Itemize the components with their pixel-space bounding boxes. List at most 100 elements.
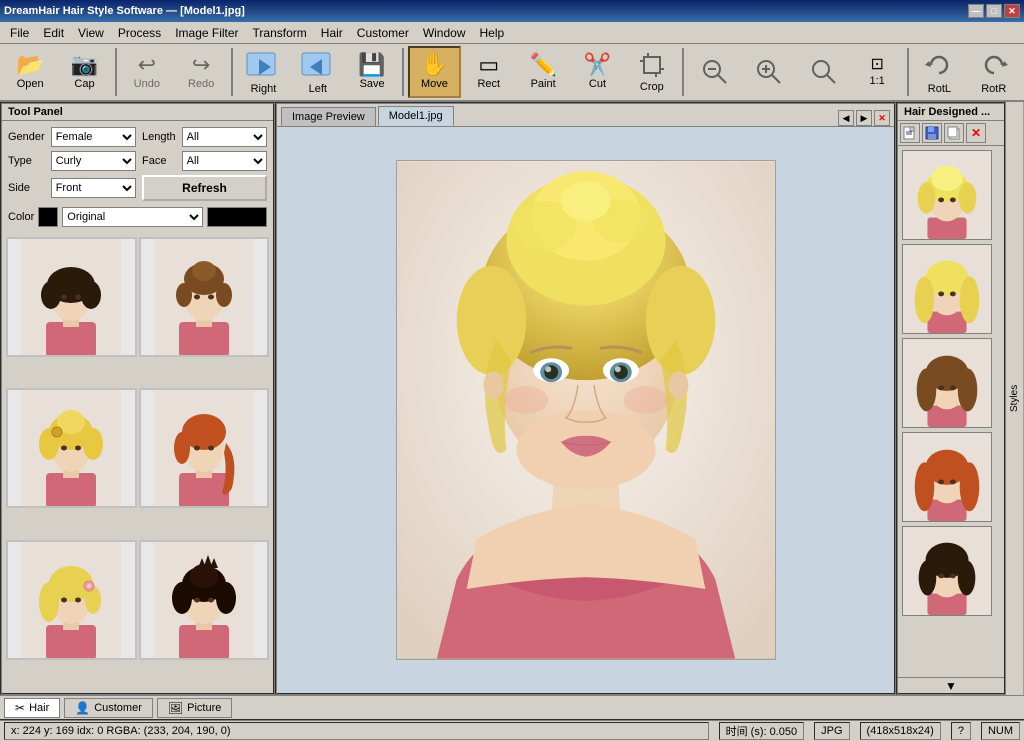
designed-thumbnail[interactable] <box>902 338 992 428</box>
hair-style-item[interactable] <box>6 540 137 660</box>
side-select[interactable]: Front Left Right <box>51 178 136 198</box>
bottom-tabs: ✂ Hair 👤 Customer 🖼 Picture <box>0 695 1024 719</box>
maximize-button[interactable]: □ <box>986 4 1002 18</box>
hair-style-item[interactable] <box>139 388 270 508</box>
tab-bar: Image Preview Model1.jpg ◀ ▶ ✕ <box>277 104 894 127</box>
hair-style-item[interactable] <box>139 540 270 660</box>
redo-button[interactable]: ↪ Redo <box>175 46 227 98</box>
color-select[interactable]: Original Black Brown Blonde Red <box>62 207 203 227</box>
length-label: Length <box>142 131 176 143</box>
face-select[interactable]: All Round Oval Square <box>182 151 267 171</box>
scissors-icon: ✂ <box>15 701 25 715</box>
menu-edit[interactable]: Edit <box>37 24 70 42</box>
hair-style-item[interactable] <box>6 388 137 508</box>
tab-model1[interactable]: Model1.jpg <box>378 106 454 126</box>
gender-label: Gender <box>8 131 45 143</box>
image-panel: Image Preview Model1.jpg ◀ ▶ ✕ <box>275 102 896 695</box>
color-preview <box>207 207 267 227</box>
rect-button[interactable]: ▭ Rect <box>463 46 515 98</box>
tab-image-preview[interactable]: Image Preview <box>281 107 376 126</box>
thumbnail-1 <box>903 150 991 240</box>
rotl-icon <box>923 49 955 81</box>
zoom-out-button[interactable] <box>688 46 740 98</box>
title-bar-controls: — □ ✕ <box>968 4 1020 18</box>
cap-button[interactable]: 📷 Cap <box>58 46 110 98</box>
rpanel-copy-button[interactable] <box>944 123 964 143</box>
hair-style-item[interactable] <box>139 237 270 357</box>
rpanel-new-button[interactable] <box>900 123 920 143</box>
tab-customer[interactable]: 👤 Customer <box>64 698 153 718</box>
hair-style-2-preview <box>154 237 254 357</box>
gender-select[interactable]: Female Male <box>51 127 136 147</box>
menu-image-filter[interactable]: Image Filter <box>169 24 244 42</box>
hair-style-item[interactable] <box>6 237 137 357</box>
zoom-more-button[interactable] <box>797 46 849 98</box>
tab-close-button[interactable]: ✕ <box>874 110 890 126</box>
type-label: Type <box>8 155 45 167</box>
color-swatch-black[interactable] <box>38 207 58 227</box>
thumbnail-4 <box>903 432 991 522</box>
tool-panel: Tool Panel Gender Female Male Length All… <box>0 102 275 695</box>
zoom-in-icon <box>754 57 782 85</box>
close-button[interactable]: ✕ <box>1004 4 1020 18</box>
undo-button[interactable]: ↩ Undo <box>121 46 173 98</box>
length-select[interactable]: All Short Medium Long <box>182 127 267 147</box>
copy-icon <box>947 126 961 140</box>
menu-process[interactable]: Process <box>112 24 167 42</box>
thumbnail-5 <box>903 526 991 616</box>
right-scroll-down[interactable]: ▼ <box>898 677 1004 693</box>
hair-style-6-preview <box>154 540 254 660</box>
tab-hair[interactable]: ✂ Hair <box>4 698 60 718</box>
side-panel-label[interactable]: Styles <box>1006 102 1024 695</box>
status-bar: x: 224 y: 169 idx: 0 RGBA: (233, 204, 19… <box>0 719 1024 741</box>
left-button[interactable]: Left <box>292 46 344 98</box>
right-designed-panel: Hair Designed ... ✕ <box>896 102 1006 695</box>
open-button[interactable]: 📂 Open <box>4 46 56 98</box>
rpanel-save-button[interactable] <box>922 123 942 143</box>
tab-next-button[interactable]: ▶ <box>856 110 872 126</box>
move-button[interactable]: ✋ Move <box>408 46 460 98</box>
menu-view[interactable]: View <box>72 24 110 42</box>
menu-transform[interactable]: Transform <box>247 24 313 42</box>
menu-customer[interactable]: Customer <box>351 24 415 42</box>
thumbnail-2 <box>903 244 991 334</box>
zoom-1-1-icon: ⊡ <box>870 57 883 73</box>
status-format: JPG <box>814 722 849 740</box>
menu-help[interactable]: Help <box>474 24 511 42</box>
paint-button[interactable]: ✏️ Paint <box>517 46 569 98</box>
minimize-button[interactable]: — <box>968 4 984 18</box>
cut-button[interactable]: ✂️ Cut <box>571 46 623 98</box>
hair-style-grid <box>2 233 273 693</box>
model-image <box>396 160 776 660</box>
zoom-in-button[interactable] <box>742 46 794 98</box>
face-label: Face <box>142 155 176 167</box>
designed-thumbnail[interactable] <box>902 432 992 522</box>
designed-thumbnail[interactable] <box>902 526 992 616</box>
refresh-button[interactable]: Refresh <box>142 175 267 201</box>
menu-file[interactable]: File <box>4 24 35 42</box>
crop-button[interactable]: Crop <box>626 46 678 98</box>
cap-icon: 📷 <box>71 54 98 76</box>
save-button[interactable]: 💾 Save <box>346 46 398 98</box>
color-label: Color <box>8 211 34 223</box>
designed-thumbnail[interactable] <box>902 244 992 334</box>
menu-hair[interactable]: Hair <box>315 24 349 42</box>
save-icon <box>925 126 939 140</box>
menu-window[interactable]: Window <box>417 24 472 42</box>
rotl-button[interactable]: RotL <box>913 46 965 98</box>
type-select[interactable]: Curly Straight Wavy <box>51 151 136 171</box>
right-button[interactable]: Right <box>237 46 289 98</box>
status-help-btn[interactable]: ? <box>951 722 971 740</box>
customer-icon: 👤 <box>75 701 90 715</box>
rotr-button[interactable]: RotR <box>968 46 1020 98</box>
left-icon <box>300 49 336 81</box>
separator-1 <box>115 48 117 96</box>
tab-picture[interactable]: 🖼 Picture <box>157 698 232 718</box>
menu-bar: File Edit View Process Image Filter Tran… <box>0 22 1024 44</box>
zoom-out-icon <box>700 57 728 85</box>
designed-thumbnail[interactable] <box>902 150 992 240</box>
tab-prev-button[interactable]: ◀ <box>838 110 854 126</box>
hair-style-1-preview <box>21 237 121 357</box>
zoom-1-1-button[interactable]: ⊡ 1:1 <box>851 46 903 98</box>
rpanel-delete-button[interactable]: ✕ <box>966 123 986 143</box>
